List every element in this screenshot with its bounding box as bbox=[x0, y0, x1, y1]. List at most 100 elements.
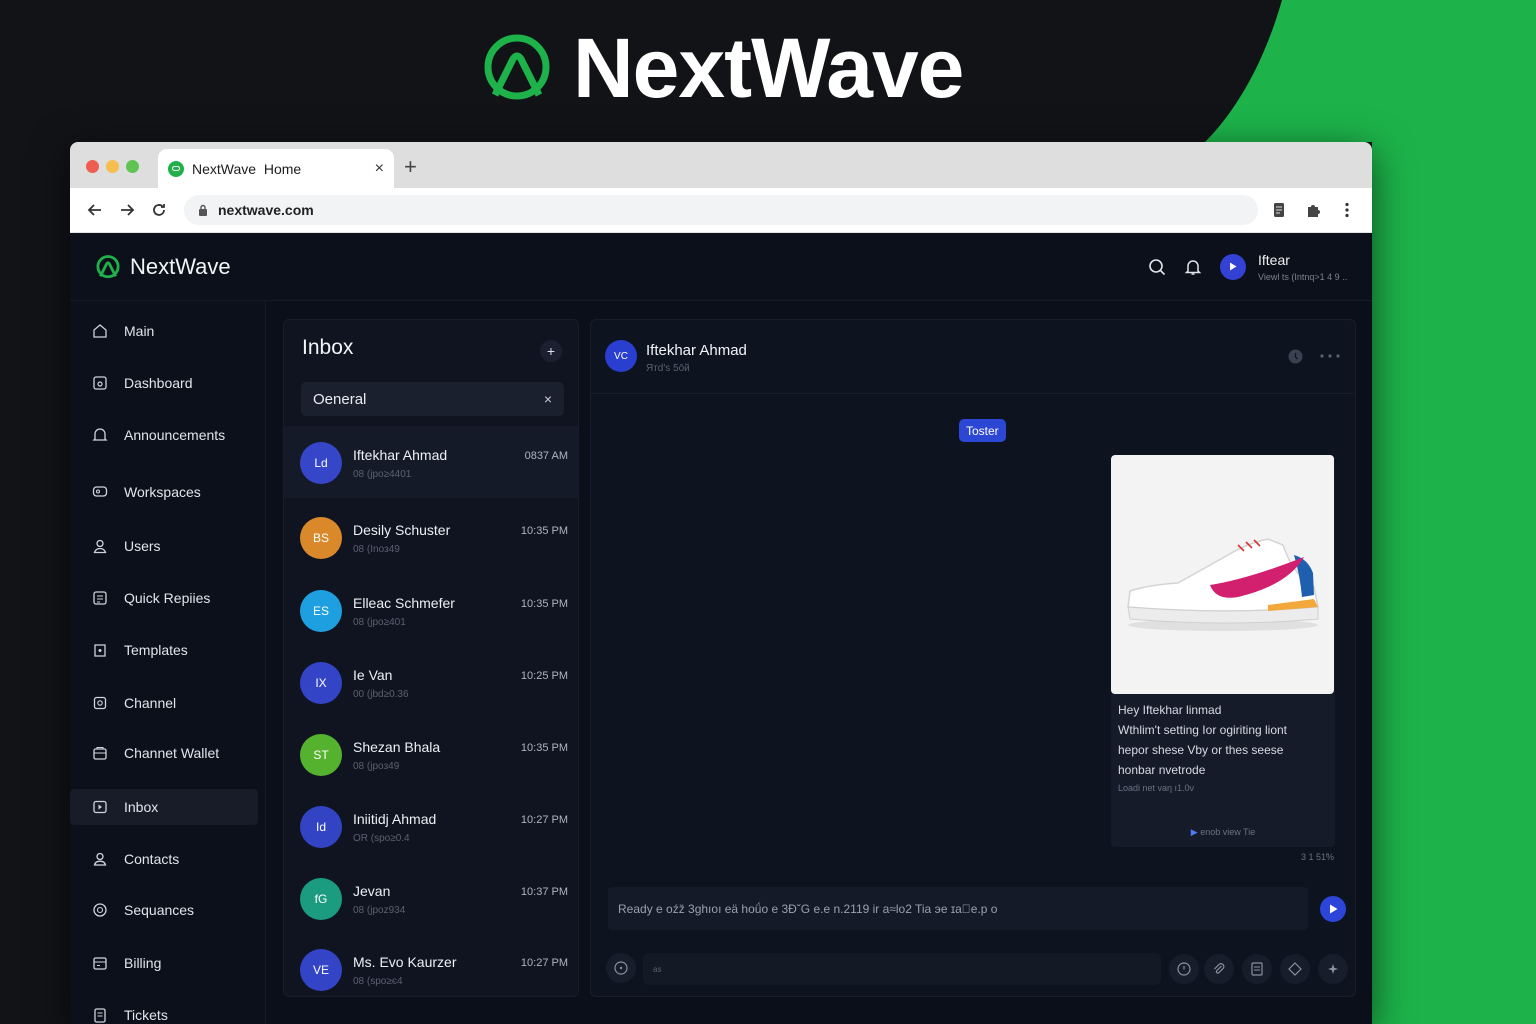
chat-header: VC Iftekhar Ahmad Ятd's 5ōй bbox=[591, 320, 1355, 394]
sidebar-item-label: Sequances bbox=[124, 902, 195, 918]
message-link-label: enob view Tie bbox=[1200, 827, 1256, 837]
new-tab-button[interactable]: + bbox=[404, 156, 417, 178]
paperclip-icon bbox=[1214, 963, 1225, 974]
sidebar-item-billing[interactable]: Billing bbox=[70, 945, 258, 981]
avatar: fG bbox=[300, 878, 342, 920]
browser-tab[interactable]: NextWave Home × bbox=[158, 149, 394, 188]
sidebar-item-users[interactable]: Users bbox=[70, 528, 258, 564]
sidebar-item-main[interactable]: Main bbox=[70, 313, 258, 349]
sidebar-item-label: Channel bbox=[124, 695, 177, 711]
maximize-window-button[interactable] bbox=[126, 160, 139, 173]
suggested-reply[interactable]: Ready e oźž 3ghıoı eä hoǘo e 3ÐˇG e.e n.… bbox=[608, 887, 1308, 930]
app-shell: NextWave Iftear Viewl ts (Intnq>1 4 9 ..… bbox=[70, 233, 1372, 1024]
product-image[interactable] bbox=[1111, 455, 1334, 694]
conversation-name: Ms. Evo Kaurzer bbox=[353, 954, 457, 970]
sidebar-item-inbox[interactable]: Inbox bbox=[70, 789, 258, 825]
avatar[interactable]: VC bbox=[605, 340, 637, 372]
chat-contact-status: Ятd's 5ōй bbox=[646, 363, 690, 374]
user-avatar[interactable] bbox=[1220, 253, 1246, 280]
app-brand-name: NextWave bbox=[130, 253, 231, 279]
conversation-item[interactable]: IX Ie Van 00 (jbd≥0.36 10:25 PM bbox=[284, 646, 578, 718]
message-input[interactable]: as bbox=[643, 953, 1161, 985]
conversation-time: 10:27 PM bbox=[520, 814, 568, 826]
clear-filter-icon[interactable]: × bbox=[544, 391, 552, 407]
workspaces-icon bbox=[92, 486, 108, 497]
puzzle-extension-icon[interactable] bbox=[1300, 197, 1326, 223]
conversation-item[interactable]: ST Shezan Bhala 08 (jpoз49 10:35 PM bbox=[284, 718, 578, 790]
tab-close-icon[interactable]: × bbox=[375, 160, 384, 178]
sidebar-item-workspaces[interactable]: Workspaces bbox=[70, 474, 258, 510]
hero-title: NextWave bbox=[573, 21, 964, 115]
inbox-icon bbox=[93, 800, 107, 814]
bell-icon[interactable] bbox=[1180, 254, 1206, 280]
home-icon bbox=[93, 324, 107, 338]
send-button[interactable] bbox=[1320, 896, 1346, 922]
inbox-filter-field[interactable]: Oeneral × bbox=[301, 382, 564, 416]
conversation-item[interactable]: BS Desily Schuster 08 (Inoз49 10:35 PM bbox=[284, 501, 578, 573]
sidebar-item-channel-wallet[interactable]: Channet Wallet bbox=[70, 735, 258, 771]
sidebar-item-templates[interactable]: Templates bbox=[70, 632, 258, 668]
conversation-preview: 08 (spo≥є4 bbox=[353, 976, 403, 987]
user-menu[interactable]: Iftear Viewl ts (Intnq>1 4 9 ... bbox=[1258, 252, 1348, 282]
document-extension-icon[interactable] bbox=[1266, 197, 1292, 223]
chat-contact-name: Iftekhar Ahmad bbox=[646, 342, 747, 359]
url-field[interactable]: nextwave.com bbox=[184, 195, 1258, 225]
minimize-window-button[interactable] bbox=[106, 160, 119, 173]
conversation-item[interactable]: Ld Iftekhar Ahmad 08 (jpo≥4401 0837 AM bbox=[284, 426, 578, 498]
sidebar-item-label: Announcements bbox=[124, 427, 226, 443]
clock-tool-button[interactable] bbox=[1169, 954, 1199, 984]
sidebar-item-quick-replies[interactable]: Quick Repiies bbox=[70, 580, 258, 616]
more-options-icon[interactable] bbox=[1319, 348, 1341, 364]
tickets-icon bbox=[94, 1008, 106, 1023]
template-button[interactable] bbox=[1242, 954, 1272, 984]
wallet-icon bbox=[93, 746, 107, 760]
conversation-item[interactable]: ES Elleac Schmefer 08 (jpo≥401 10:35 PM bbox=[284, 574, 578, 646]
conversation-item[interactable]: fG Jevan 08 (jpoz934 10:37 PM bbox=[284, 862, 578, 934]
browser-address-bar: nextwave.com bbox=[70, 188, 1372, 233]
conversation-name: Ie Van bbox=[353, 667, 393, 683]
play-icon: ▶ bbox=[1190, 827, 1201, 837]
sidebar-item-tickets[interactable]: Tickets bbox=[70, 997, 258, 1024]
back-arrow-icon[interactable] bbox=[82, 197, 108, 223]
nextwave-logo-icon bbox=[484, 34, 550, 100]
ai-assist-button[interactable] bbox=[1318, 954, 1348, 984]
sidebar-item-dashboard[interactable]: Dashboard bbox=[70, 365, 258, 401]
conversation-name: Iftekhar Ahmad bbox=[353, 447, 448, 463]
conversation-preview: 08 (Inoз49 bbox=[353, 544, 400, 555]
conversation-item[interactable]: Id Iniitidj Ahmad OR (spo≥0.4 10:27 PM bbox=[284, 790, 578, 862]
info-icon[interactable] bbox=[1287, 348, 1303, 364]
inbox-title: Inbox bbox=[302, 336, 354, 359]
sidebar-item-announcements[interactable]: Announcements bbox=[70, 417, 258, 453]
conversation-preview: 08 (jpoз49 bbox=[353, 761, 400, 772]
app-brand[interactable]: NextWave bbox=[94, 252, 231, 282]
message-line: Hey Iftekhar linmad bbox=[1118, 703, 1222, 717]
tab-title: NextWave Home bbox=[192, 160, 302, 177]
templates-icon bbox=[94, 644, 106, 657]
emoji-button[interactable] bbox=[606, 953, 636, 983]
hero-branding: NextWave bbox=[483, 21, 964, 115]
sidebar-item-channel[interactable]: Channel bbox=[70, 685, 258, 721]
add-conversation-button[interactable]: + bbox=[540, 340, 562, 362]
message-line: Wthlim't setting Ior ogiriting liont bbox=[1118, 723, 1288, 737]
sidebar-item-contacts[interactable]: Contacts bbox=[70, 841, 258, 877]
message-link[interactable]: ▶ enob view Tie bbox=[1111, 827, 1335, 838]
nextwave-logo-icon bbox=[96, 254, 120, 278]
clock-icon bbox=[1177, 962, 1191, 976]
sidebar-item-label: Workspaces bbox=[124, 484, 201, 500]
attach-button[interactable] bbox=[1204, 954, 1234, 984]
conversation-time: 0837 AM bbox=[524, 450, 568, 462]
inbox-panel: Inbox + Oeneral × Ld Iftekhar Ahmad 08 (… bbox=[283, 319, 579, 997]
sidebar-item-label: Dashboard bbox=[124, 375, 193, 391]
conversation-preview: OR (spo≥0.4 bbox=[353, 833, 410, 844]
close-window-button[interactable] bbox=[86, 160, 99, 173]
conversation-item[interactable]: VE Ms. Evo Kaurzer 08 (spo≥є4 10:27 PM bbox=[284, 933, 578, 996]
message-meta: Loadi net vaη ı1.0ν bbox=[1118, 783, 1195, 793]
conversation-time: 10:35 PM bbox=[520, 598, 568, 610]
forward-arrow-icon[interactable] bbox=[114, 197, 140, 223]
kebab-menu-icon[interactable] bbox=[1334, 197, 1360, 223]
sidebar: Main Dashboard Announcements Workspaces … bbox=[70, 301, 266, 1024]
search-icon[interactable] bbox=[1144, 254, 1170, 280]
sticker-button[interactable] bbox=[1280, 954, 1310, 984]
reload-icon[interactable] bbox=[146, 197, 172, 223]
sidebar-item-sequences[interactable]: Sequances bbox=[70, 892, 258, 928]
